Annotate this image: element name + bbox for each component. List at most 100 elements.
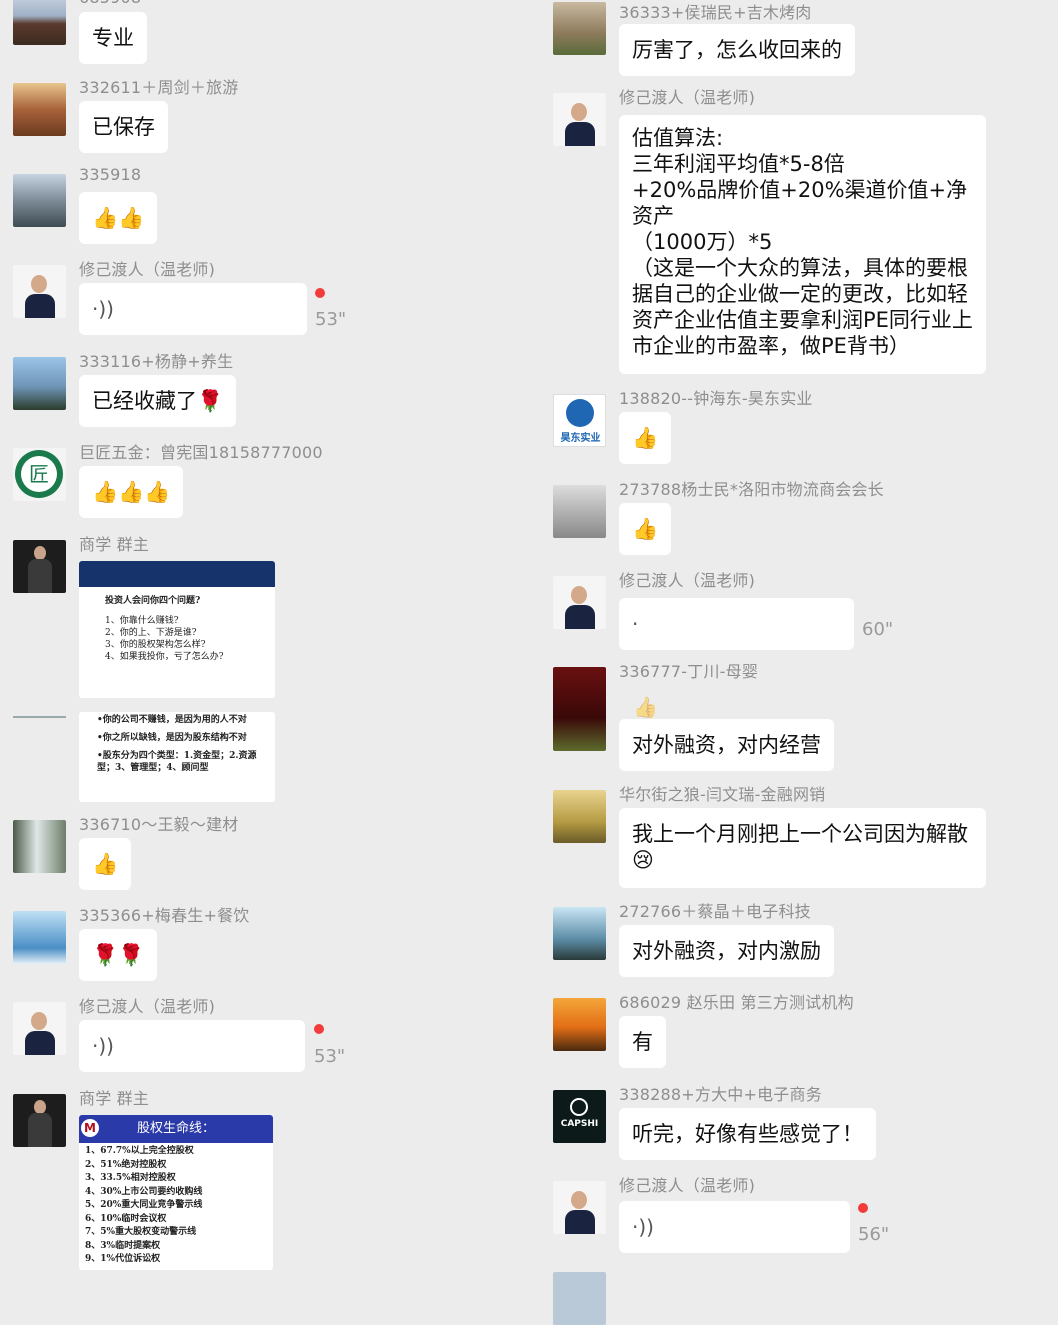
- message-bubble[interactable]: 估值算法: 三年利润平均值*5-8倍 +20%品牌价值+20%渠道价值+净资产 …: [619, 115, 986, 374]
- avatar[interactable]: [553, 2, 606, 55]
- avatar[interactable]: [553, 998, 606, 1051]
- avatar[interactable]: [13, 911, 66, 964]
- slide-item: 5、20%重大同业竞争警示线: [85, 1200, 203, 1210]
- svg-text:匠: 匠: [29, 462, 49, 486]
- slide-item: 8、3%临时提案权: [85, 1240, 161, 1251]
- text-line: 估值算法:: [632, 126, 724, 150]
- avatar[interactable]: [13, 820, 66, 873]
- voice-message-bubble[interactable]: ·: [619, 598, 854, 650]
- unread-dot: [314, 1024, 324, 1034]
- avatar[interactable]: [13, 1002, 66, 1055]
- message-bubble[interactable]: 👍: [619, 503, 672, 555]
- slide-item: 4、如果我投你，亏了怎么办?: [105, 652, 224, 662]
- slide-item: 3、33.5%相对控股权: [85, 1173, 176, 1183]
- voice-message-bubble[interactable]: ·)): [79, 283, 307, 335]
- sender-name: 273788杨士民*洛阳市物流商会会长: [619, 480, 884, 499]
- sender-name: 335918: [79, 165, 142, 184]
- text-line: （1000万）*5: [632, 230, 773, 254]
- slide-title: 股权生命线：: [136, 1121, 215, 1136]
- message-bubble[interactable]: 🌹🌹: [79, 929, 158, 981]
- company-logo-icon: [566, 399, 594, 427]
- voice-duration: 53": [314, 1046, 346, 1067]
- logo-text: CAPSHI: [560, 1119, 599, 1129]
- slide-item: 3、你的股权架构怎么样?: [105, 640, 206, 650]
- voice-wave-icon: ·)): [632, 1215, 654, 1239]
- sender-name: 272766＋蔡晶＋电子科技: [619, 902, 811, 921]
- message-bubble[interactable]: 厉害了，怎么收回来的: [619, 24, 855, 76]
- voice-wave-icon: ·)): [92, 1034, 114, 1058]
- sender-name: 686029 赵乐田 第三方测试机构: [619, 993, 854, 1012]
- sender-name: 685908: [79, 0, 141, 7]
- slide-item: 1、你靠什么赚钱?: [105, 616, 179, 626]
- avatar[interactable]: [553, 1272, 606, 1325]
- sender-name: 332611＋周剑＋旅游: [79, 78, 239, 97]
- avatar[interactable]: [13, 1094, 66, 1147]
- image-message[interactable]: M 股权生命线： 1、67.7%以上完全控股权 2、51%绝对控股权 3、33.…: [79, 1115, 273, 1270]
- unread-dot: [315, 288, 325, 298]
- avatar[interactable]: [13, 174, 66, 227]
- slide-item: 2、51%绝对控股权: [85, 1159, 167, 1170]
- voice-duration: 53": [315, 309, 347, 330]
- text-line: 我上一个月刚把上一个公司因为解散: [632, 822, 968, 846]
- sender-name: 336777-丁川-母婴: [619, 662, 759, 681]
- message-bubble[interactable]: 专业: [79, 12, 147, 64]
- slide-question-title: 投资人会问你四个问题?: [105, 596, 201, 606]
- voice-message-bubble[interactable]: ·)): [619, 1201, 850, 1253]
- m-logo-icon: M: [81, 1119, 99, 1137]
- slide-item: 9、1%代位诉讼权: [85, 1254, 161, 1264]
- message-bubble[interactable]: 👍: [619, 412, 672, 464]
- slide-header: [79, 561, 275, 587]
- avatar[interactable]: [553, 485, 606, 538]
- avatar[interactable]: 匠: [13, 448, 66, 501]
- sender-name: 华尔街之狼-闫文瑞-金融网销: [619, 785, 826, 804]
- avatar[interactable]: [553, 907, 606, 960]
- message-bubble[interactable]: 有: [619, 1016, 666, 1068]
- sender-name: 巨匠五金：曾宪国18158777000: [79, 443, 323, 462]
- message-bubble[interactable]: 👍👍: [79, 192, 158, 244]
- voice-duration: 60": [862, 619, 894, 640]
- sender-name: 36333+侯瑞民+吉木烤肉: [619, 3, 812, 22]
- company-logo-icon: 匠: [15, 450, 63, 498]
- message-bubble[interactable]: 听完，好像有些感觉了！: [619, 1108, 876, 1160]
- sender-name: 333116+杨静+养生: [79, 352, 234, 371]
- message-bubble[interactable]: 我上一个月刚把上一个公司因为解散 😢: [619, 808, 986, 888]
- avatar[interactable]: [553, 790, 606, 843]
- sender-name: 338288+方大中+电子商务: [619, 1085, 822, 1104]
- sender-name: 336710～王毅～建材: [79, 815, 239, 834]
- message-bubble[interactable]: 对外融资，对内激励: [619, 925, 834, 977]
- avatar[interactable]: [13, 0, 66, 45]
- slide-item: 2、你的上、下游是谁?: [105, 628, 197, 638]
- sender-name: 修己渡人（温老师): [619, 571, 756, 590]
- capshi-logo-icon: [570, 1098, 588, 1116]
- avatar[interactable]: [553, 667, 606, 751]
- avatar[interactable]: [13, 265, 66, 318]
- avatar[interactable]: CAPSHI: [553, 1090, 606, 1143]
- sender-name: 商学 群主: [79, 535, 150, 554]
- message-bubble[interactable]: 👍👍👍: [79, 466, 184, 518]
- sender-name: 修己渡人（温老师): [619, 88, 756, 107]
- message-bubble[interactable]: 已保存: [79, 101, 168, 153]
- image-message[interactable]: 投资人会问你四个问题? 1、你靠什么赚钱? 2、你的上、下游是谁? 3、你的股权…: [79, 561, 275, 698]
- avatar[interactable]: [553, 93, 606, 146]
- voice-wave-icon: ·: [632, 612, 639, 636]
- text-line: +20%品牌价值+20%渠道价值+净资产: [632, 178, 968, 228]
- avatar[interactable]: [13, 83, 66, 136]
- divider: [13, 716, 66, 718]
- message-bubble[interactable]: 👍: [79, 838, 132, 890]
- voice-duration: 56": [858, 1224, 890, 1245]
- slide-line: •你的公司不赚钱，是因为用的人不对: [97, 715, 247, 725]
- slide-item: 4、30%上市公司要约收购线: [85, 1186, 203, 1197]
- voice-message-bubble[interactable]: ·)): [79, 1020, 305, 1072]
- message-bubble[interactable]: 已经收藏了🌹: [79, 375, 237, 427]
- avatar[interactable]: [13, 540, 66, 593]
- avatar[interactable]: 昊东实业: [553, 394, 606, 447]
- slide-header: M 股权生命线：: [79, 1115, 273, 1143]
- message-bubble[interactable]: 对外融资，对内经营: [619, 719, 834, 771]
- avatar[interactable]: [13, 357, 66, 410]
- sender-name: 修己渡人（温老师): [79, 997, 216, 1016]
- avatar[interactable]: [553, 1181, 606, 1234]
- text-line: 三年利润平均值*5-8倍: [632, 152, 845, 176]
- avatar[interactable]: [553, 576, 606, 629]
- sender-name: 335366+梅春生+餐饮: [79, 906, 250, 925]
- image-message[interactable]: •你的公司不赚钱，是因为用的人不对 •你之所以缺钱，是因为股东结构不对 •股东分…: [79, 712, 275, 802]
